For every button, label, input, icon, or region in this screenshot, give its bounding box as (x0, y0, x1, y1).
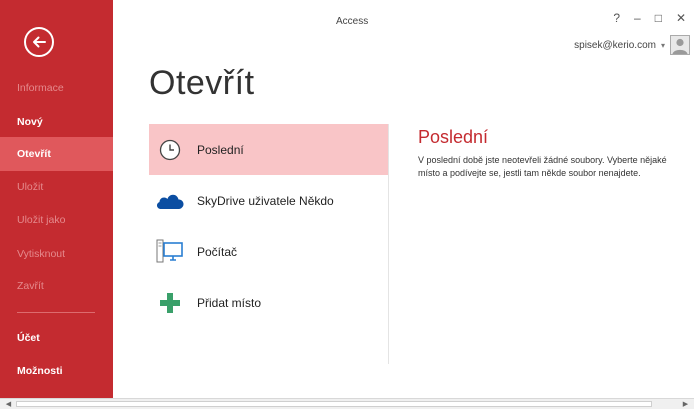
sidebar-item-otevrit[interactable]: Otevřít (0, 137, 113, 171)
maximize-button[interactable]: □ (655, 11, 662, 25)
chevron-down-icon: ▾ (660, 40, 665, 50)
sidebar-item-ulozit[interactable]: Uložit (0, 170, 113, 204)
sidebar-item-label: Vytisknout (17, 248, 66, 260)
close-button[interactable]: ✕ (676, 11, 686, 25)
sidebar-item-label: Zavřít (17, 280, 44, 292)
page-title: Otevřít (149, 64, 255, 102)
sidebar-item-moznosti[interactable]: Možnosti (0, 354, 113, 388)
help-button[interactable]: ? (613, 11, 620, 25)
window-controls: ? – □ ✕ (613, 11, 686, 25)
sidebar-item-ulozit-jako[interactable]: Uložit jako (0, 203, 113, 237)
recent-empty-message: V poslední době jste neotevřeli žádné so… (418, 155, 667, 178)
places-list: Poslední SkyDrive uživatele Někdo Počíta… (149, 124, 389, 328)
account-menu[interactable]: spisek@kerio.com ▾ (574, 35, 690, 55)
scroll-left-icon[interactable]: ◀ (3, 399, 14, 409)
place-label: Poslední (197, 142, 244, 157)
plus-icon (153, 292, 187, 314)
place-add[interactable]: Přidat místo (149, 277, 389, 328)
access-backstage-window: Informace Nový Otevřít Uložit Uložit jak… (0, 0, 694, 409)
window-title: Access (336, 16, 369, 27)
place-label: Počítač (197, 244, 238, 259)
sidebar-item-label: Účet (17, 332, 40, 344)
minimize-button[interactable]: – (634, 11, 641, 25)
computer-icon (153, 239, 187, 265)
sidebar-item-label: Možnosti (17, 365, 63, 377)
avatar (670, 35, 690, 55)
scroll-right-icon[interactable]: ▶ (680, 399, 691, 409)
place-skydrive[interactable]: SkyDrive uživatele Někdo (149, 175, 389, 226)
scrollbar-thumb[interactable] (16, 401, 652, 407)
account-email: spisek@kerio.com (574, 39, 656, 51)
place-label: SkyDrive uživatele Někdo (197, 193, 334, 208)
sidebar-item-label: Nový (17, 116, 43, 128)
user-icon (672, 38, 688, 54)
sidebar-item-zavrit[interactable]: Zavřít (0, 269, 113, 303)
sidebar-item-label: Informace (17, 82, 64, 94)
clock-icon (153, 138, 187, 162)
sidebar-item-label: Uložit jako (17, 214, 66, 226)
pane-divider (388, 124, 389, 364)
sidebar-item-novy[interactable]: Nový (0, 105, 113, 139)
backstage-sidebar: Informace Nový Otevřít Uložit Uložit jak… (0, 0, 113, 398)
arrow-left-icon (33, 36, 46, 48)
cloud-icon (153, 191, 187, 211)
place-label: Přidat místo (197, 295, 262, 310)
place-computer[interactable]: Počítač (149, 226, 389, 277)
sidebar-item-ucet[interactable]: Účet (0, 321, 113, 355)
sidebar-item-label: Uložit (17, 181, 44, 193)
recent-section-title: Poslední (418, 127, 489, 147)
sidebar-item-vytisknout[interactable]: Vytisknout (0, 237, 113, 271)
back-button[interactable] (24, 27, 54, 57)
sidebar-divider (17, 312, 95, 313)
horizontal-scrollbar[interactable]: ◀ ▶ (0, 398, 694, 409)
sidebar-item-informace[interactable]: Informace (0, 71, 113, 105)
place-recent[interactable]: Poslední (149, 124, 389, 175)
sidebar-item-label: Otevřít (17, 148, 51, 160)
